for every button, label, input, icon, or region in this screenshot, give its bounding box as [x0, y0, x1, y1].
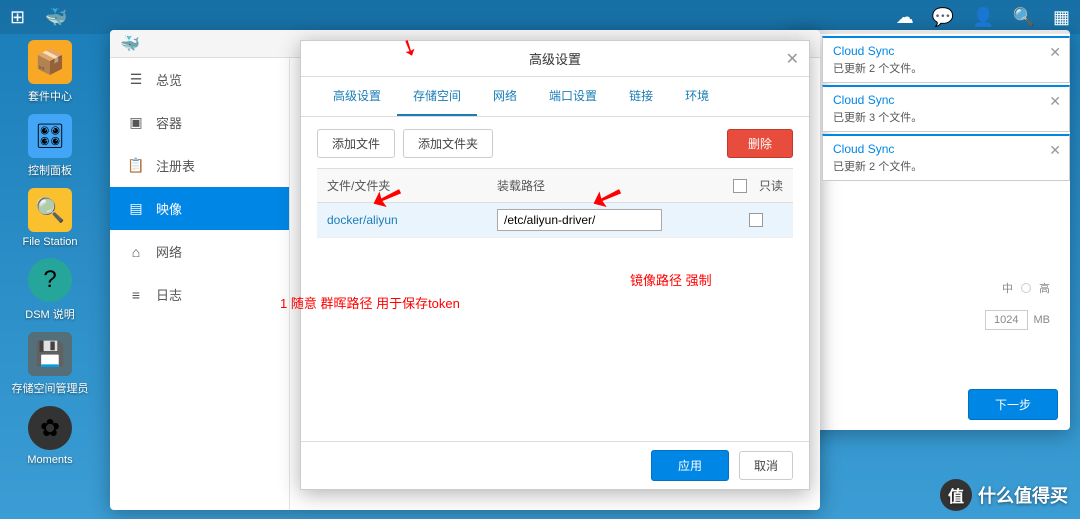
memory-value[interactable]: 1024 [985, 310, 1027, 330]
desktop-icon-dsm-help[interactable]: ? DSM 说明 [25, 258, 75, 322]
next-button[interactable]: 下一步 [968, 389, 1058, 420]
mount-path-input[interactable] [497, 209, 662, 231]
tab-link[interactable]: 链接 [613, 77, 669, 116]
sidebar-item-network[interactable]: ⌂ 网络 [110, 230, 289, 273]
desktop-icon-moments[interactable]: ✿ Moments [27, 406, 72, 466]
widgets-icon[interactable]: ▦ [1053, 7, 1070, 28]
modal-tabs: 高级设置 存储空间 网络 端口设置 链接 环境 [301, 77, 809, 117]
tab-network[interactable]: 网络 [477, 77, 533, 116]
close-icon[interactable]: ✕ [1049, 44, 1061, 61]
image-icon: ▤ [126, 200, 146, 217]
cancel-button[interactable]: 取消 [739, 451, 793, 480]
tab-port[interactable]: 端口设置 [533, 77, 613, 116]
advanced-settings-modal: 高级设置 ✕ 高级设置 存储空间 网络 端口设置 链接 环境 添加文件 添加文件… [300, 40, 810, 490]
whale-icon: 🐳 [120, 34, 140, 54]
delete-button[interactable]: 删除 [727, 129, 793, 158]
registry-icon: 📋 [126, 157, 146, 174]
user-icon[interactable]: 👤 [972, 7, 994, 28]
close-icon[interactable]: ✕ [786, 49, 799, 69]
annotation-right: 镜像路径 强制 [630, 270, 712, 289]
modal-footer: 应用 取消 [301, 441, 809, 489]
desktop-icons: 📦 套件中心 🎛 控制面板 🔍 File Station ? DSM 说明 💾 … [0, 40, 100, 466]
desktop-icon-file-station[interactable]: 🔍 File Station [22, 188, 77, 248]
apps-icon[interactable]: ⊞ [10, 7, 25, 28]
radio-mid-label: 中 [1002, 280, 1013, 296]
top-bar: ⊞ 🐳 ☁ 💬 👤 🔍 ▦ [0, 0, 1080, 34]
notification-panel: Cloud Sync 已更新 2 个文件。 ✕ Cloud Sync 已更新 3… [822, 36, 1070, 183]
radio-high-label: 高 [1039, 280, 1050, 296]
add-file-button[interactable]: 添加文件 [317, 129, 395, 158]
tab-advanced[interactable]: 高级设置 [317, 77, 397, 116]
container-icon: ▣ [126, 114, 146, 131]
sidebar-item-overview[interactable]: ☰ 总览 [110, 58, 289, 101]
notification-item[interactable]: Cloud Sync 已更新 2 个文件。 ✕ [822, 134, 1070, 181]
readonly-header-checkbox[interactable] [733, 179, 747, 193]
watermark-badge-icon: 值 [940, 479, 972, 511]
row-folder: docker/aliyun [317, 207, 487, 233]
modal-title: 高级设置 [529, 49, 581, 68]
chat-icon[interactable]: 💬 [932, 7, 954, 28]
sidebar-item-image[interactable]: ▤ 映像 [110, 187, 289, 230]
cloud-sync-icon[interactable]: ☁ [896, 7, 914, 28]
column-readonly: 只读 [759, 177, 783, 194]
desktop-icon-control-panel[interactable]: 🎛 控制面板 [28, 114, 72, 178]
desktop-icon-storage-manager[interactable]: 💾 存储空间管理员 [12, 332, 89, 396]
search-icon[interactable]: 🔍 [1013, 7, 1035, 28]
notification-item[interactable]: Cloud Sync 已更新 3 个文件。 ✕ [822, 85, 1070, 132]
annotation-left: 1 随意 群晖路径 用于保存token [280, 293, 460, 312]
tab-env[interactable]: 环境 [669, 77, 725, 116]
close-icon[interactable]: ✕ [1049, 93, 1061, 110]
desktop-icon-package-center[interactable]: 📦 套件中心 [28, 40, 72, 104]
modal-header: 高级设置 ✕ [301, 41, 809, 77]
close-icon[interactable]: ✕ [1049, 142, 1061, 159]
tab-volume[interactable]: 存储空间 [397, 77, 477, 116]
overview-icon: ☰ [126, 71, 146, 88]
apply-button[interactable]: 应用 [651, 450, 729, 481]
log-icon: ≡ [126, 287, 146, 303]
network-icon: ⌂ [126, 244, 146, 260]
watermark: 值 什么值得买 [940, 479, 1068, 511]
docker-sidebar: ☰ 总览 ▣ 容器 📋 注册表 ▤ 映像 ⌂ 网络 ≡ 日志 [110, 58, 290, 510]
sidebar-item-log[interactable]: ≡ 日志 [110, 273, 289, 316]
add-folder-button[interactable]: 添加文件夹 [403, 129, 493, 158]
radio-high[interactable] [1021, 283, 1031, 293]
sidebar-item-container[interactable]: ▣ 容器 [110, 101, 289, 144]
readonly-checkbox[interactable] [749, 213, 763, 227]
memory-unit: MB [1034, 314, 1051, 326]
docker-icon[interactable]: 🐳 [45, 7, 67, 28]
sidebar-item-registry[interactable]: 📋 注册表 [110, 144, 289, 187]
notification-item[interactable]: Cloud Sync 已更新 2 个文件。 ✕ [822, 36, 1070, 83]
